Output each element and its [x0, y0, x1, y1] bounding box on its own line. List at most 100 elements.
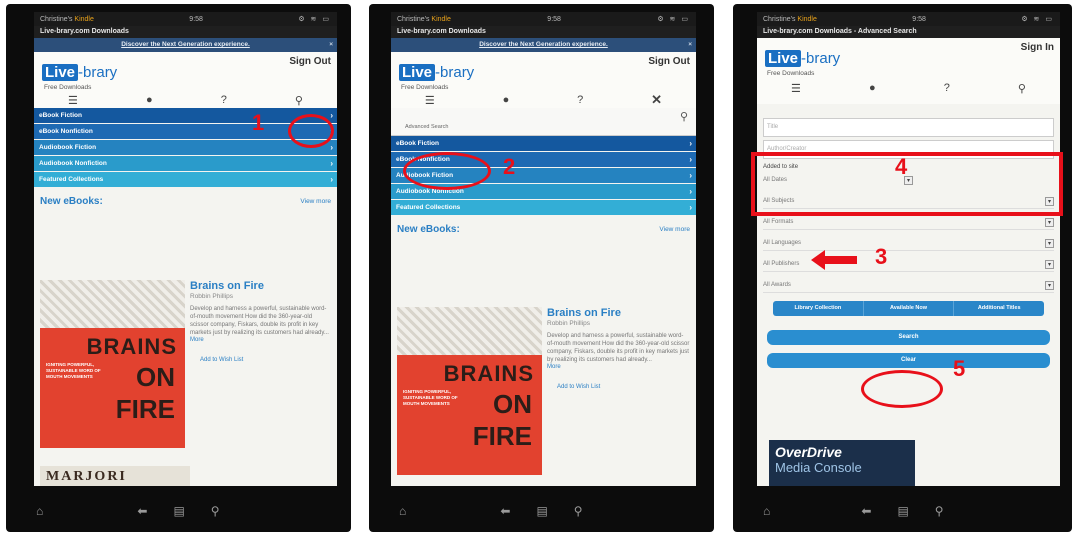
tab-available-now[interactable]: Available Now [864, 301, 955, 316]
search-icon[interactable]: ⚲ [680, 110, 688, 123]
collection-tabs: Library Collection Available Now Additio… [773, 301, 1044, 316]
carrier-brand: Kindle [74, 15, 94, 23]
home-icon[interactable]: ⌂ [399, 504, 406, 518]
phone-screenshot-3: Christine's Kindle 9:58 ⚙ ≋ ▭ Live-brary… [733, 4, 1072, 532]
site-logo[interactable]: Live -brary [42, 64, 117, 81]
chevron-down-icon[interactable]: ▾ [1045, 281, 1054, 290]
person-icon[interactable]: ● [146, 94, 153, 106]
logo-brary: -brary [435, 64, 475, 81]
home-icon[interactable]: ⌂ [763, 504, 770, 518]
search-icon[interactable]: ⚲ [211, 504, 220, 518]
nav-audiobook-fiction[interactable]: Audiobook Fiction [34, 140, 337, 155]
search-icon[interactable]: ⚲ [574, 504, 583, 518]
back-icon[interactable]: ⬅ [137, 504, 147, 518]
formats-select-value: All Formats [763, 219, 794, 225]
new-ebooks-heading: New eBooks: [40, 196, 103, 207]
clear-button[interactable]: Clear [767, 353, 1050, 368]
menu-grid-icon[interactable]: ▤ [897, 504, 908, 518]
book-cover[interactable]: BRAINS IGNITING POWERFUL, SUSTAINABLE WO… [40, 280, 185, 448]
free-downloads-label: Free Downloads [44, 84, 92, 91]
more-link[interactable]: More [190, 337, 331, 343]
carrier-name: Christine's [397, 15, 430, 23]
promo-link[interactable]: Discover the Next Generation experience. [479, 41, 608, 48]
media-console-text: Media Console [775, 460, 862, 475]
tab-additional-titles[interactable]: Additional Titles [954, 301, 1044, 316]
add-to-wish-list-link[interactable]: Add to Wish List [200, 357, 243, 363]
menu-icon[interactable]: ☰ [425, 94, 435, 107]
menu-grid-icon[interactable]: ▤ [536, 504, 547, 518]
help-icon[interactable]: ? [221, 94, 227, 106]
logo-brary: -brary [801, 50, 841, 67]
promo-banner[interactable]: Discover the Next Generation experience.… [34, 38, 337, 52]
menu-icon[interactable]: ☰ [68, 94, 78, 107]
add-to-wish-list-link[interactable]: Add to Wish List [557, 384, 600, 390]
kindle-nav-bar: ⌂ ⬅ ▤ ⚲ [733, 500, 1072, 522]
back-icon[interactable]: ⬅ [500, 504, 510, 518]
help-icon[interactable]: ? [577, 94, 583, 106]
site-logo[interactable]: Live -brary [399, 64, 474, 81]
search-icon[interactable]: ⚲ [1018, 82, 1026, 95]
nav-ebook-fiction[interactable]: eBook Fiction [391, 136, 696, 151]
book-cover[interactable]: BRAINS IGNITING POWERFUL, SUSTAINABLE WO… [397, 307, 542, 475]
phone-screenshot-1: Christine's Kindle 9:58 ⚙ ≋ ▭ Live-brary… [6, 4, 351, 532]
chevron-down-icon[interactable]: ▾ [1045, 218, 1054, 227]
view-more-link[interactable]: View more [659, 226, 690, 233]
tab-library-collection[interactable]: Library Collection [773, 301, 864, 316]
annotation-number-5: 5 [953, 356, 966, 381]
close-icon[interactable]: × [688, 38, 692, 52]
book-info: Brains on Fire Robbin Phillips Develop a… [547, 307, 690, 393]
browser-screen: Christine's Kindle 9:58 ⚙ ≋ ▭ Live-brary… [757, 12, 1060, 486]
carrier-name: Christine's [763, 15, 796, 23]
free-downloads-label: Free Downloads [767, 70, 815, 77]
back-icon[interactable]: ⬅ [861, 504, 871, 518]
more-link[interactable]: More [547, 364, 690, 370]
book-description: Develop and harness a powerful, sustaina… [547, 333, 690, 363]
awards-select-value: All Awards [763, 282, 791, 288]
search-icon[interactable]: ⚲ [295, 94, 303, 107]
title-field[interactable]: Title [763, 118, 1054, 137]
book-title[interactable]: Brains on Fire [190, 280, 331, 292]
home-icon[interactable]: ⌂ [36, 504, 43, 518]
book-title[interactable]: Brains on Fire [547, 307, 690, 319]
search-bar[interactable]: ⚲ Advanced Search [391, 108, 696, 136]
person-icon[interactable]: ● [503, 94, 510, 106]
advanced-search-link[interactable]: Advanced Search [405, 124, 448, 130]
menu-grid-icon[interactable]: ▤ [173, 504, 184, 518]
phone-screenshot-2: Christine's Kindle 9:58 ⚙ ≋ ▭ Live-brary… [369, 4, 714, 532]
close-icon[interactable]: ✕ [651, 92, 662, 108]
status-icons: ⚙ ≋ ▭ [657, 16, 690, 23]
header-icon-row: ☰ ● ? ⚲ [34, 92, 337, 108]
nav-featured-collections[interactable]: Featured Collections [34, 172, 337, 187]
site-logo[interactable]: Live -brary [765, 50, 840, 67]
status-time: 9:58 [189, 15, 203, 23]
chevron-down-icon[interactable]: ▾ [1045, 260, 1054, 269]
sign-in-link[interactable]: Sign In [1021, 42, 1054, 53]
cover-title-brains: BRAINS [86, 334, 177, 359]
formats-select[interactable]: All Formats ▾ [763, 215, 1054, 230]
person-icon[interactable]: ● [869, 82, 876, 94]
overdrive-banner[interactable]: OverDrive Media Console [769, 440, 915, 486]
awards-select[interactable]: All Awards ▾ [763, 278, 1054, 293]
publishers-select[interactable]: All Publishers ▾ [763, 257, 1054, 272]
status-bar: Christine's Kindle 9:58 ⚙ ≋ ▭ [34, 12, 337, 26]
sign-out-link[interactable]: Sign Out [289, 56, 331, 67]
promo-link[interactable]: Discover the Next Generation experience. [121, 41, 250, 48]
nav-featured-collections[interactable]: Featured Collections [391, 200, 696, 215]
close-icon[interactable]: × [329, 38, 333, 52]
search-icon[interactable]: ⚲ [935, 504, 944, 518]
carrier-brand: Kindle [431, 15, 451, 23]
sign-out-link[interactable]: Sign Out [648, 56, 690, 67]
header-icon-row: ☰ ● ? ✕ [391, 92, 696, 108]
languages-select[interactable]: All Languages ▾ [763, 236, 1054, 251]
help-icon[interactable]: ? [944, 82, 950, 94]
search-button[interactable]: Search [767, 330, 1050, 345]
logo-live: Live [42, 64, 79, 81]
view-more-link[interactable]: View more [300, 198, 331, 205]
nav-audiobook-nonfiction[interactable]: Audiobook Nonfiction [34, 156, 337, 171]
promo-banner[interactable]: Discover the Next Generation experience.… [391, 38, 696, 52]
menu-icon[interactable]: ☰ [791, 82, 801, 95]
logo-brary: -brary [78, 64, 118, 81]
new-ebooks-heading: New eBooks: [397, 224, 460, 235]
next-book-cover[interactable]: MARJORI [40, 466, 190, 486]
chevron-down-icon[interactable]: ▾ [1045, 239, 1054, 248]
